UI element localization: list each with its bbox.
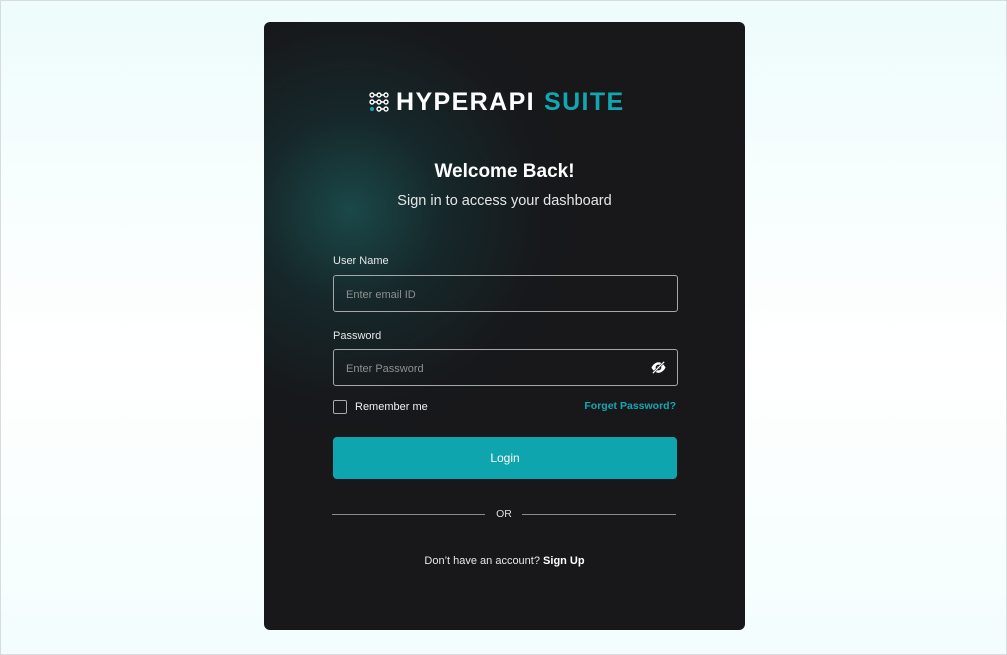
username-field-box <box>333 275 678 313</box>
login-page: HYPERAPI SUITE Welcome Back! Sign in to a… <box>0 0 1007 655</box>
password-label: Password <box>333 330 382 342</box>
brand-logo: HYPERAPI SUITE <box>369 89 640 115</box>
username-input[interactable] <box>344 276 638 313</box>
password-field-box <box>333 349 678 387</box>
signup-link[interactable]: Sign Up <box>543 555 585 567</box>
password-input[interactable] <box>344 350 638 387</box>
node-grid-icon <box>369 92 389 112</box>
eye-off-icon[interactable] <box>650 359 667 376</box>
brand-name-primary: HYPERAPI <box>396 88 536 116</box>
remember-me[interactable]: Remember me <box>333 399 428 415</box>
page-subtitle: Sign in to access your dashboard <box>397 193 612 209</box>
signup-prompt: Don’t have an account? Sign Up <box>264 555 745 567</box>
brand-name: HYPERAPI SUITE <box>396 89 625 115</box>
page-title: Welcome Back! <box>434 161 575 182</box>
divider-line-right <box>522 514 676 515</box>
remember-label: Remember me <box>355 401 428 413</box>
login-button[interactable]: Login <box>333 437 677 479</box>
brand-name-accent: SUITE <box>544 88 625 116</box>
forgot-password-link[interactable]: Forget Password? <box>584 400 676 412</box>
signup-question: Don’t have an account? <box>424 555 540 567</box>
or-divider: OR <box>332 508 676 520</box>
login-card: HYPERAPI SUITE Welcome Back! Sign in to a… <box>264 22 745 630</box>
remember-checkbox[interactable] <box>333 400 347 414</box>
username-label: User Name <box>333 255 389 267</box>
